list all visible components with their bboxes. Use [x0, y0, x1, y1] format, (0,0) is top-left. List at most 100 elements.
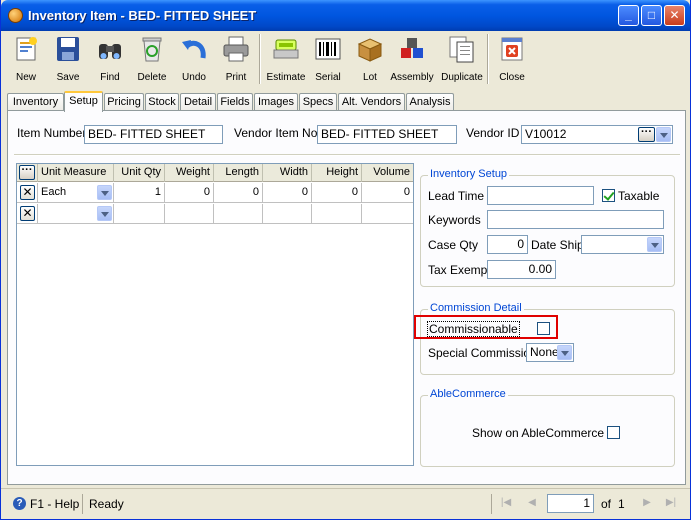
setup-panel: Item Number BED- FITTED SHEET Vendor Ite… [7, 110, 686, 485]
of-label: of [601, 497, 612, 511]
help-text[interactable]: F1 - Help [30, 497, 79, 511]
date-ship-combo[interactable] [581, 235, 664, 254]
tab-setup[interactable]: Setup [64, 91, 103, 112]
weight-cell[interactable] [165, 204, 214, 224]
last-record-icon[interactable]: ▶| [665, 497, 677, 509]
close-button[interactable]: Close [491, 32, 533, 86]
close-form-icon [497, 34, 527, 64]
grid-corner: ··· [17, 164, 38, 182]
recycle-bin-icon [137, 34, 167, 64]
lead-time-field[interactable] [487, 186, 594, 205]
minimize-icon: _ [625, 8, 632, 22]
ellipsis-icon: ··· [21, 164, 33, 176]
keywords-field[interactable] [487, 210, 664, 229]
unit-dropdown-button[interactable] [97, 185, 112, 200]
tab-stock[interactable]: Stock [145, 93, 179, 111]
vendor-id-value: V10012 [525, 127, 567, 141]
show-on-ablecommerce-checkbox[interactable] [607, 426, 620, 439]
taxable-label: Taxable [618, 189, 660, 203]
toolbar: New Save Find Delete Undo Print Estimate… [5, 32, 687, 88]
show-on-ablecommerce-label: Show on AbleCommerce [472, 426, 605, 440]
vendor-item-label: Vendor Item No [234, 126, 318, 140]
tab-fields[interactable]: Fields [217, 93, 253, 111]
case-qty-label: Case Qty [428, 238, 479, 252]
tab-pricing[interactable]: Pricing [104, 93, 144, 111]
length-cell[interactable]: 0 [214, 183, 263, 203]
maximize-button[interactable]: □ [641, 5, 662, 26]
item-number-label: Item Number [17, 126, 87, 140]
status-text: Ready [89, 497, 124, 511]
table-row[interactable]: ✕ [17, 204, 413, 224]
grid-menu-button[interactable]: ··· [19, 165, 35, 180]
first-record-icon[interactable]: |◀ [500, 497, 512, 509]
special-commission-dropdown-button[interactable] [557, 345, 572, 360]
vendor-id-label: Vendor ID [466, 126, 520, 140]
vendor-lookup-button[interactable]: ··· [638, 127, 655, 142]
width-cell[interactable] [263, 204, 312, 224]
volume-cell[interactable]: 0 [362, 183, 413, 203]
volume-cell[interactable] [362, 204, 413, 224]
unit-measure-cell[interactable] [38, 204, 114, 224]
delete-row-button[interactable]: ✕ [20, 185, 35, 200]
tab-inventory[interactable]: Inventory [7, 93, 64, 111]
unit-measure-grid[interactable]: ··· Unit Measure Unit Qty Weight Length … [16, 163, 414, 466]
title-bar[interactable]: Inventory Item - BED- FITTED SHEET _ □ ✕ [1, 0, 690, 31]
col-unit-measure[interactable]: Unit Measure [38, 164, 114, 182]
maximize-icon: □ [647, 8, 656, 22]
duplicate-button[interactable]: Duplicate [441, 32, 483, 86]
tax-exempt-field[interactable]: 0.00 [487, 260, 556, 279]
item-number-field[interactable]: BED- FITTED SHEET [84, 125, 223, 144]
floppy-disk-icon [53, 34, 83, 64]
tab-images[interactable]: Images [254, 93, 298, 111]
assembly-blocks-icon [397, 34, 427, 64]
printer-icon [221, 34, 251, 64]
taxable-checkbox[interactable] [602, 189, 615, 202]
ellipsis-icon: ··· [641, 126, 652, 138]
print-button[interactable]: Print [215, 32, 257, 86]
duplicate-pages-icon [447, 34, 477, 64]
next-record-icon[interactable]: ▶ [641, 497, 653, 509]
height-cell[interactable] [312, 204, 362, 224]
col-height[interactable]: Height [312, 164, 362, 182]
vendor-id-combo[interactable]: V10012 ··· [521, 125, 673, 144]
date-ship-dropdown-button[interactable] [647, 237, 662, 252]
delete-row-button[interactable]: ✕ [20, 206, 35, 221]
minimize-button[interactable]: _ [618, 5, 639, 26]
tab-analysis[interactable]: Analysis [406, 93, 454, 111]
length-cell[interactable] [214, 204, 263, 224]
special-commission-combo[interactable]: None [526, 343, 574, 362]
new-document-icon [11, 34, 41, 64]
col-weight[interactable]: Weight [165, 164, 214, 182]
lead-time-label: Lead Time [428, 189, 485, 203]
binoculars-icon [95, 34, 125, 64]
divider [14, 154, 680, 156]
unit-qty-cell[interactable] [114, 204, 165, 224]
weight-cell[interactable]: 0 [165, 183, 214, 203]
grid-header: ··· Unit Measure Unit Qty Weight Length … [17, 164, 413, 182]
unit-measure-cell[interactable]: Each [38, 183, 114, 203]
unit-dropdown-button[interactable] [97, 206, 112, 221]
col-width[interactable]: Width [263, 164, 312, 182]
record-number-field[interactable]: 1 [547, 494, 594, 513]
height-cell[interactable]: 0 [312, 183, 362, 203]
table-row[interactable]: ✕ Each 1 0 0 0 0 0 [17, 183, 413, 203]
total-records: 1 [618, 497, 625, 511]
close-window-button[interactable]: ✕ [664, 5, 685, 26]
vendor-dropdown-button[interactable] [656, 127, 671, 142]
col-unit-qty[interactable]: Unit Qty [114, 164, 165, 182]
col-length[interactable]: Length [214, 164, 263, 182]
col-volume[interactable]: Volume [362, 164, 413, 182]
group-title: AbleCommerce [428, 388, 508, 400]
date-ship-label: Date Ship [531, 238, 584, 252]
tab-detail[interactable]: Detail [180, 93, 216, 111]
previous-record-icon[interactable]: ◀ [526, 497, 538, 509]
assembly-button[interactable]: Assembly [390, 32, 434, 86]
unit-qty-cell[interactable]: 1 [114, 183, 165, 203]
case-qty-field[interactable]: 0 [487, 235, 528, 254]
app-icon [8, 8, 23, 23]
width-cell[interactable]: 0 [263, 183, 312, 203]
status-divider [491, 494, 492, 514]
vendor-item-field[interactable]: BED- FITTED SHEET [317, 125, 457, 144]
tab-alt-vendors[interactable]: Alt. Vendors [338, 93, 405, 111]
tab-specs[interactable]: Specs [299, 93, 337, 111]
